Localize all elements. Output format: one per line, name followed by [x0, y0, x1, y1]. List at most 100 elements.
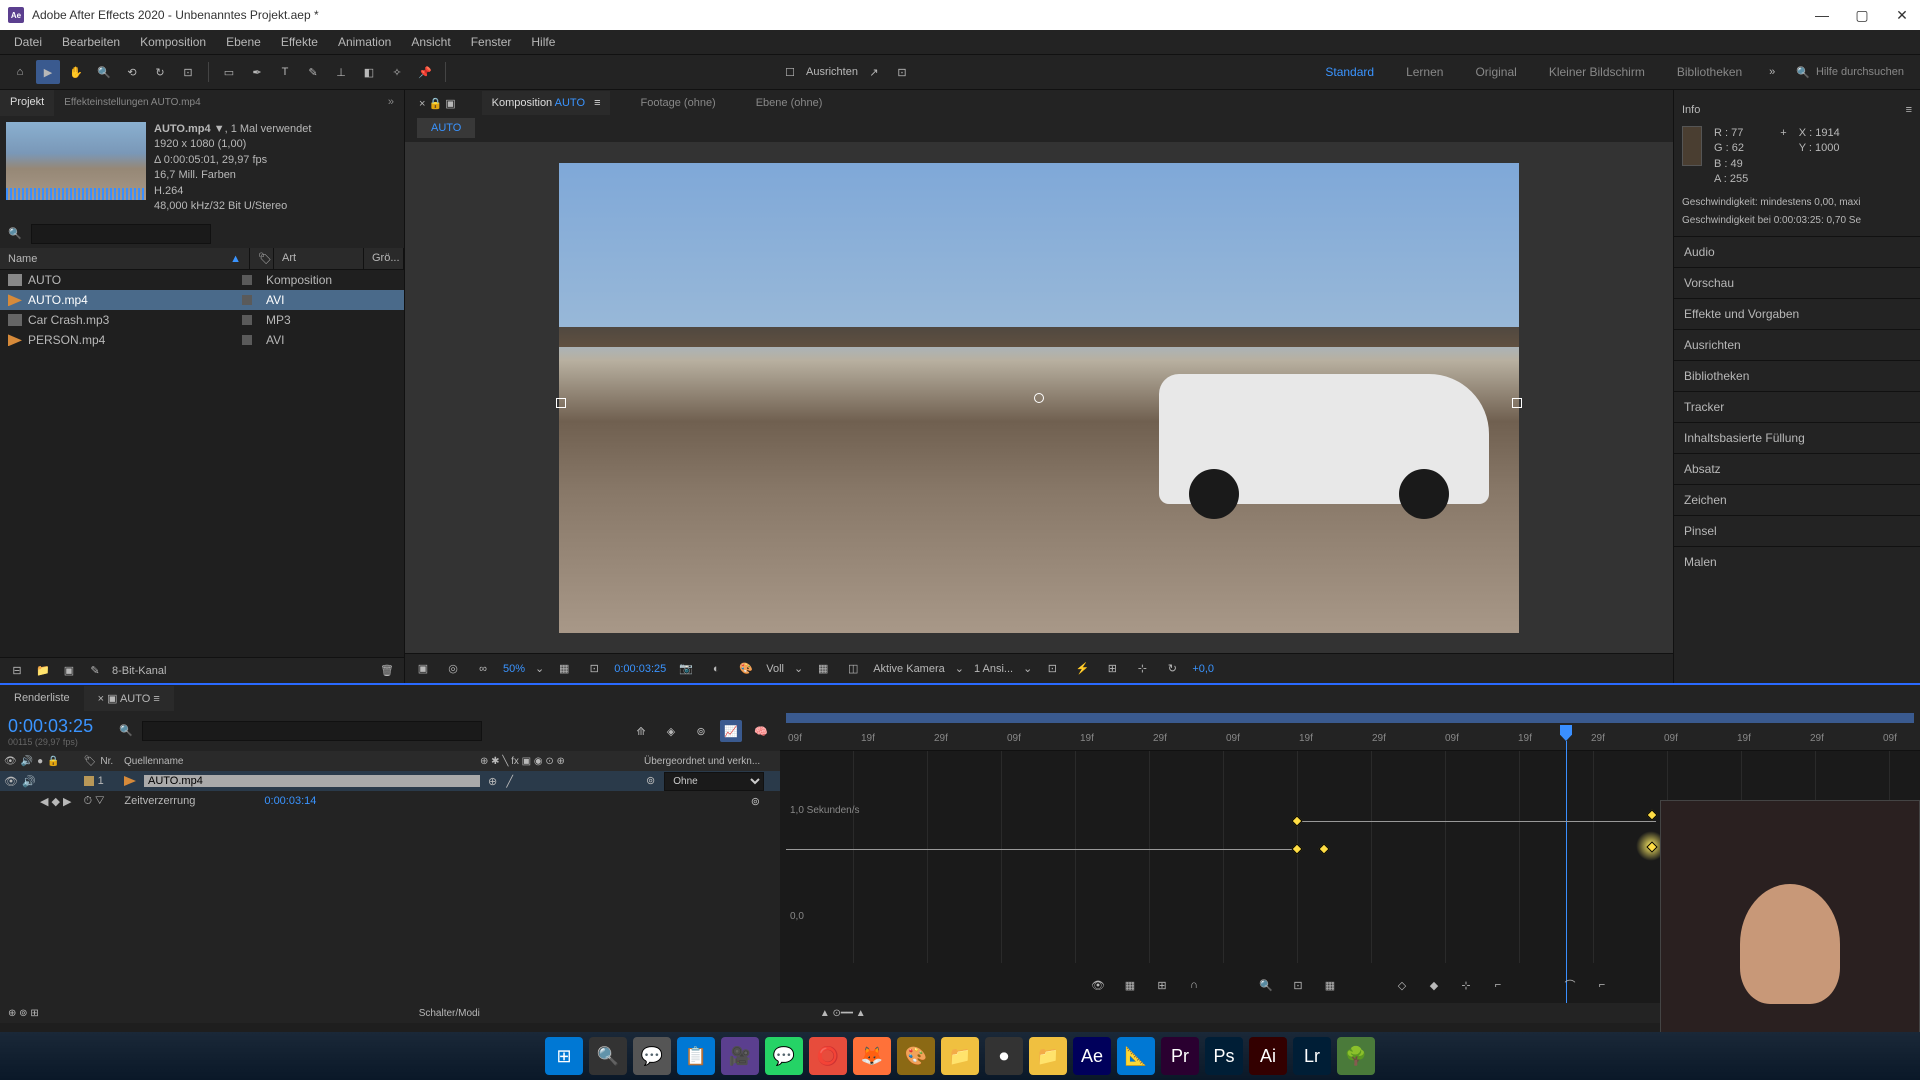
- taskbar-app-15[interactable]: Ps: [1205, 1037, 1243, 1075]
- menu-hilfe[interactable]: Hilfe: [521, 31, 565, 53]
- taskbar-app-6[interactable]: ⭕: [809, 1037, 847, 1075]
- timeline-layer[interactable]: 👁🔊 1 AUTO.mp4 ⊕ ╱ ⊚ Ohne: [0, 771, 780, 791]
- taskbar-app-16[interactable]: Ai: [1249, 1037, 1287, 1075]
- snap-checkbox[interactable]: ☐: [778, 60, 802, 84]
- bezier-button[interactable]: ⌐: [1487, 974, 1509, 996]
- camera-tool[interactable]: ⊡: [176, 60, 200, 84]
- panel-tracker[interactable]: Tracker: [1674, 391, 1920, 422]
- panel-inhaltsbasierte-füllung[interactable]: Inhaltsbasierte Füllung: [1674, 422, 1920, 453]
- tab-timeline-comp[interactable]: × ▣ AUTO ≡: [84, 686, 174, 711]
- prop-value[interactable]: 0:00:03:14: [264, 795, 316, 807]
- menu-effekte[interactable]: Effekte: [271, 31, 328, 53]
- taskbar-app-9[interactable]: 📁: [941, 1037, 979, 1075]
- motion-blur-button[interactable]: ⊚: [690, 720, 712, 742]
- menu-ansicht[interactable]: Ansicht: [401, 31, 460, 53]
- taskbar-app-7[interactable]: 🦊: [853, 1037, 891, 1075]
- info-menu-icon[interactable]: ≡: [1906, 104, 1912, 116]
- timeline-button[interactable]: ⊞: [1102, 659, 1122, 679]
- prop-name[interactable]: Zeitverzerrung: [124, 795, 264, 807]
- panel-absatz[interactable]: Absatz: [1674, 453, 1920, 484]
- graph-opts[interactable]: ▦: [1119, 974, 1141, 996]
- handle-center[interactable]: [1034, 393, 1044, 403]
- panel-vorschau[interactable]: Vorschau: [1674, 267, 1920, 298]
- default-button[interactable]: ⊡: [890, 60, 914, 84]
- separate-button[interactable]: ◇: [1391, 974, 1413, 996]
- handle-left[interactable]: [556, 398, 566, 408]
- fit-all-button[interactable]: ▦: [1319, 974, 1341, 996]
- taskbar-app-8[interactable]: 🎨: [897, 1037, 935, 1075]
- resolution-button[interactable]: ▦: [554, 659, 574, 679]
- workspace-more[interactable]: »: [1760, 60, 1784, 84]
- bpc-label[interactable]: 8-Bit-Kanal: [112, 665, 166, 677]
- res-dropdown[interactable]: ⌄: [794, 662, 803, 675]
- fit-sel-button[interactable]: ⊡: [1287, 974, 1309, 996]
- fit-button[interactable]: 🔍: [1255, 974, 1277, 996]
- reset-button[interactable]: ↻: [1162, 659, 1182, 679]
- trash-button[interactable]: 🗑: [378, 662, 396, 680]
- menu-datei[interactable]: Datei: [4, 31, 52, 53]
- ease-button[interactable]: ⌒: [1559, 974, 1581, 996]
- switches-modes[interactable]: Schalter/Modi: [419, 1008, 480, 1019]
- taskbar-app-12[interactable]: Ae: [1073, 1037, 1111, 1075]
- workspace-standard[interactable]: Standard: [1311, 61, 1388, 83]
- col-tag[interactable]: 🏷: [250, 248, 274, 269]
- taskbar-app-0[interactable]: ⊞: [545, 1037, 583, 1075]
- selection-tool[interactable]: ▶: [36, 60, 60, 84]
- hand-tool[interactable]: ✋: [64, 60, 88, 84]
- ease-in-button[interactable]: ⌐: [1591, 974, 1613, 996]
- folder-button[interactable]: 📁: [34, 662, 52, 680]
- maximize-button[interactable]: ▢: [1852, 7, 1872, 24]
- roi-button[interactable]: ⊡: [584, 659, 604, 679]
- interpret-button[interactable]: ⊟: [8, 662, 26, 680]
- project-search[interactable]: [31, 224, 211, 244]
- close-button[interactable]: ✕: [1892, 7, 1912, 24]
- pen-tool[interactable]: ✒: [245, 60, 269, 84]
- project-row[interactable]: Car Crash.mp3MP3: [0, 310, 404, 330]
- taskbar-app-11[interactable]: 📁: [1029, 1037, 1067, 1075]
- menu-fenster[interactable]: Fenster: [461, 31, 522, 53]
- minimize-button[interactable]: —: [1812, 7, 1832, 24]
- taskbar-app-14[interactable]: Pr: [1161, 1037, 1199, 1075]
- tab-footage[interactable]: Footage (ohne): [630, 91, 725, 115]
- graph-editor-button[interactable]: 📈: [720, 720, 742, 742]
- col-source[interactable]: Quellenname: [120, 756, 480, 767]
- keyframe[interactable]: [1291, 843, 1302, 854]
- frame-blend-button[interactable]: ◈: [660, 720, 682, 742]
- mask-button[interactable]: ∞: [473, 659, 493, 679]
- panel-ausrichten[interactable]: Ausrichten: [1674, 329, 1920, 360]
- cam-dropdown[interactable]: ⌄: [955, 662, 964, 675]
- parent-dropdown[interactable]: Ohne: [664, 772, 764, 791]
- col-size[interactable]: Grö...: [364, 248, 404, 269]
- tab-project[interactable]: Projekt: [0, 90, 54, 116]
- timeline-search[interactable]: [142, 721, 482, 741]
- graph-opts2[interactable]: ⊞: [1151, 974, 1173, 996]
- timeline-timecode[interactable]: 0:00:03:25: [8, 716, 93, 737]
- sort-icon[interactable]: ▲: [230, 253, 241, 265]
- views-dropdown[interactable]: ⌄: [1023, 662, 1032, 675]
- project-row[interactable]: AUTOKomposition: [0, 270, 404, 290]
- stamp-tool[interactable]: ⊥: [329, 60, 353, 84]
- camera-value[interactable]: Aktive Kamera: [873, 663, 945, 675]
- workspace-original[interactable]: Original: [1461, 61, 1530, 83]
- roto-tool[interactable]: ✧: [385, 60, 409, 84]
- timeline-property[interactable]: ◀ ◆ ▶ ⏱ ▽ Zeitverzerrung 0:00:03:14 ⊚: [0, 791, 780, 811]
- taskbar-app-2[interactable]: 💬: [633, 1037, 671, 1075]
- taskbar-app-17[interactable]: Lr: [1293, 1037, 1331, 1075]
- panel-effekte-und-vorgaben[interactable]: Effekte und Vorgaben: [1674, 298, 1920, 329]
- menu-ebene[interactable]: Ebene: [216, 31, 271, 53]
- snap-button[interactable]: ∩: [1183, 974, 1205, 996]
- comp-viewer[interactable]: [405, 142, 1673, 653]
- eye-button[interactable]: 👁: [1087, 974, 1109, 996]
- rotate-tool[interactable]: ↻: [148, 60, 172, 84]
- channel-button[interactable]: ◐: [706, 659, 726, 679]
- zoom-dropdown[interactable]: ⌄: [535, 662, 544, 675]
- zoom-value[interactable]: 50%: [503, 663, 525, 675]
- tab-effect-controls[interactable]: Effekteinstellungen AUTO.mp4: [54, 91, 210, 116]
- snap-options[interactable]: ↗: [862, 60, 886, 84]
- adjust-button[interactable]: ✎: [86, 662, 104, 680]
- taskbar-app-4[interactable]: 🎥: [721, 1037, 759, 1075]
- grid-button[interactable]: ▦: [813, 659, 833, 679]
- taskbar-app-5[interactable]: 💬: [765, 1037, 803, 1075]
- zoom-tool[interactable]: 🔍: [92, 60, 116, 84]
- snapshot-button[interactable]: 📷: [676, 659, 696, 679]
